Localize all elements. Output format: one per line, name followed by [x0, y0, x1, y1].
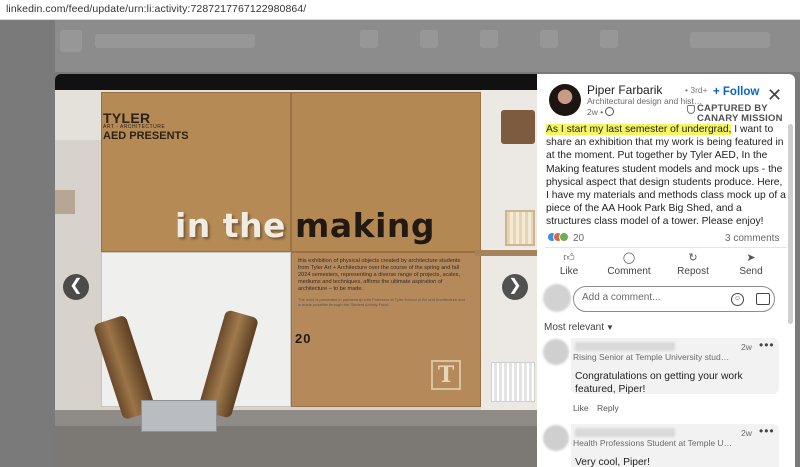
post-text-body: I want to share an exhibition that my wo…: [546, 124, 786, 228]
comment-time: 2w: [741, 342, 752, 352]
post-viewer-modal: TYLER ART · ARCHITECTURE AED PRESENTS in…: [55, 74, 795, 467]
send-label: Send: [739, 266, 763, 277]
more-options-icon[interactable]: •••: [759, 338, 775, 352]
captured-badge: CAPTURED BY CANARY MISSION: [697, 104, 795, 124]
reaction-count[interactable]: 20: [573, 233, 584, 244]
photo-sign-presents: AED PRESENTS: [103, 130, 189, 142]
sort-label: Most relevant: [544, 322, 605, 333]
background-nav-icon: [600, 30, 618, 48]
background-nav-icon: [690, 32, 770, 48]
more-options-icon[interactable]: •••: [759, 424, 775, 438]
send-button[interactable]: ➤ Send: [721, 251, 781, 277]
comment-time: 2w: [741, 428, 752, 438]
photo-exhibit-description: this exhibition of physical objects crea…: [298, 258, 461, 292]
author-headline: Architectural design and historic ...: [587, 96, 703, 106]
comment-icon: ◯: [622, 252, 636, 264]
thumbs-up-icon: 👍︎: [563, 252, 575, 264]
shield-icon: [687, 105, 695, 114]
commenter-headline: Health Professions Student at Temple Uni…: [573, 438, 733, 448]
photo-wall-sign: [55, 190, 75, 214]
commenter-name[interactable]: [575, 342, 675, 351]
commenter-avatar[interactable]: [543, 339, 569, 365]
post-text: As I start my last semester of undergrad…: [546, 123, 786, 229]
photo-sculpture-stand: [141, 400, 217, 432]
emoji-icon[interactable]: ☺: [731, 293, 744, 306]
current-user-avatar: [543, 284, 571, 312]
support-reaction-icon: [559, 232, 569, 242]
divider: [545, 247, 787, 248]
post-time: 2w •: [587, 107, 604, 117]
background-nav-icon: [480, 30, 498, 48]
photo-floor: [55, 426, 537, 467]
comment-input[interactable]: [582, 292, 722, 303]
scrollbar[interactable]: [788, 124, 793, 324]
background-nav-icon: [360, 30, 378, 48]
follow-button[interactable]: + Follow: [713, 86, 759, 98]
like-label: Like: [559, 266, 579, 277]
repost-label: Repost: [677, 266, 709, 277]
background-nav-icon: [420, 30, 438, 48]
comments-count[interactable]: 3 comments: [725, 233, 779, 244]
comment-button[interactable]: ◯ Comment: [599, 251, 659, 277]
url-text[interactable]: linkedin.com/feed/update/urn:li:activity…: [6, 3, 306, 15]
comment-text: Congratulations on getting your work fea…: [575, 371, 743, 395]
photo-date-mark: 20: [295, 331, 312, 346]
author-name[interactable]: Piper Farbarik: [587, 83, 662, 97]
photo-model: [491, 362, 535, 402]
comment-reply-button[interactable]: Reply: [597, 403, 619, 413]
photo-model: [505, 210, 535, 246]
like-button[interactable]: 👍︎ Like: [539, 251, 599, 277]
next-image-button[interactable]: ❯: [502, 274, 528, 300]
repost-button[interactable]: ↻ Repost: [663, 251, 723, 277]
globe-icon: [605, 107, 614, 116]
close-icon[interactable]: ✕: [767, 86, 782, 104]
caret-down-icon: ▼: [606, 323, 614, 332]
post-details-panel: Piper Farbarik • 3rd+ Architectural desi…: [537, 74, 795, 467]
commenter-name[interactable]: [575, 428, 675, 437]
commenter-headline: Rising Senior at Temple University study…: [573, 352, 733, 362]
photo-exhibit-fine-print: The work is presented in partnership wit…: [298, 297, 465, 307]
photo-monogram: T: [431, 360, 461, 390]
background-search: [95, 34, 255, 48]
post-text-highlight: As I start my last semester of undergrad…: [546, 124, 732, 135]
photo-shelf: [475, 250, 537, 256]
repost-icon: ↻: [688, 252, 698, 264]
post-image: TYLER ART · ARCHITECTURE AED PRESENTS in…: [55, 90, 537, 467]
comment-label: Comment: [607, 266, 651, 277]
image-icon[interactable]: [756, 293, 770, 305]
background-logo: [60, 30, 82, 52]
chevron-left-icon: ❮: [69, 277, 83, 294]
background-nav-icon: [540, 30, 558, 48]
comment-card: Rising Senior at Temple University study…: [571, 338, 779, 395]
photo-model: [501, 110, 535, 144]
photo-exhibit-title-left: in the: [175, 206, 286, 245]
connection-degree: • 3rd+: [685, 85, 708, 95]
chevron-right-icon: ❯: [508, 277, 522, 294]
commenter-avatar[interactable]: [543, 425, 569, 451]
comment-text: Very cool, Piper!: [575, 457, 650, 467]
comment-card: Health Professions Student at Temple Uni…: [571, 424, 779, 467]
previous-image-button[interactable]: ❮: [63, 274, 89, 300]
comment-box[interactable]: ☺: [573, 286, 775, 312]
address-bar[interactable]: linkedin.com/feed/update/urn:li:activity…: [0, 0, 800, 20]
author-avatar[interactable]: [549, 84, 581, 116]
photo-exhibit-title-right: making: [295, 206, 436, 245]
comment-like-button[interactable]: Like: [573, 403, 589, 413]
sort-comments-dropdown[interactable]: Most relevant ▼: [544, 322, 614, 333]
send-icon: ➤: [746, 252, 756, 264]
